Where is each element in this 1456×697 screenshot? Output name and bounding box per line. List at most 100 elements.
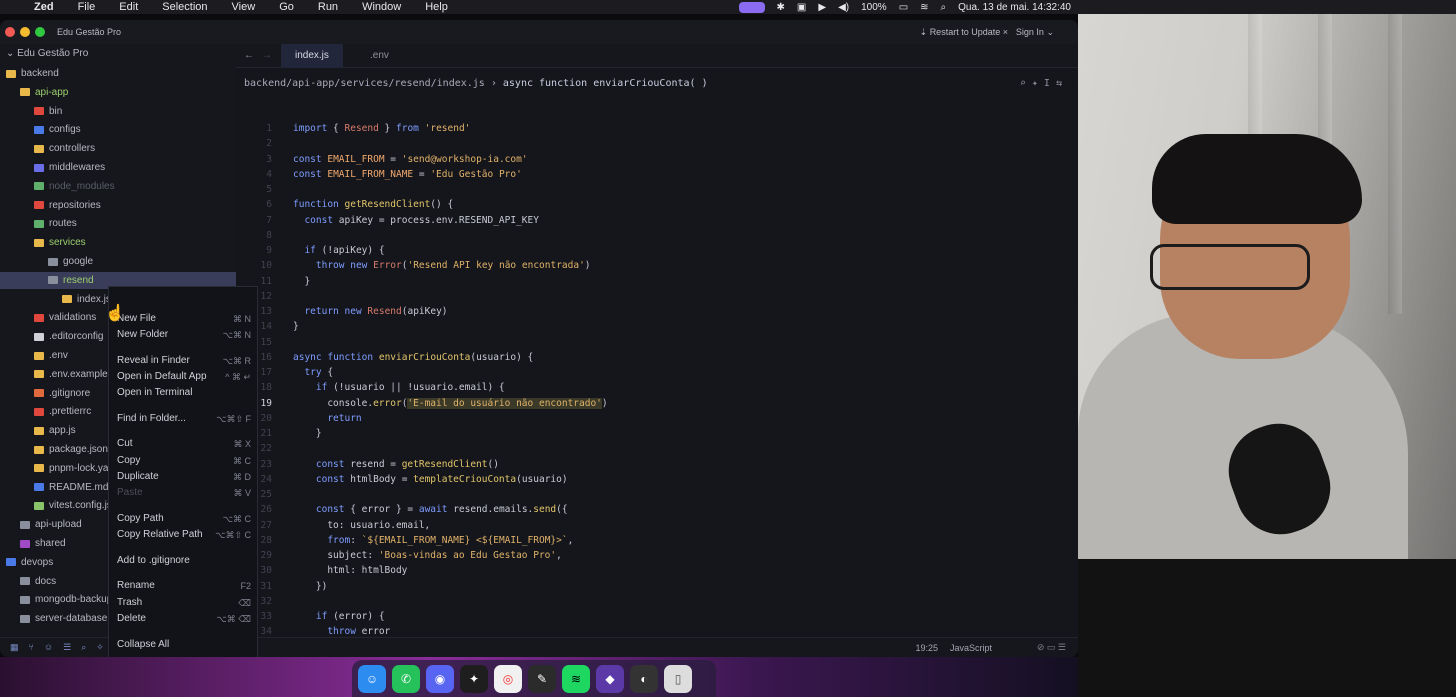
search-panel-icon[interactable]: ⌕ bbox=[81, 642, 86, 653]
battery-level[interactable]: 100% bbox=[861, 2, 887, 13]
tree-item[interactable]: mongodb-backup bbox=[20, 591, 112, 608]
clock[interactable]: Qua. 13 de mai. 14:32:40 bbox=[958, 2, 1071, 13]
context-menu-item[interactable]: Duplicate ⌘ D bbox=[117, 470, 251, 484]
tree-item[interactable]: google bbox=[48, 253, 93, 270]
context-menu-item[interactable]: Delete ⌥⌘ ⌫ bbox=[117, 612, 251, 626]
menu-go[interactable]: Go bbox=[267, 1, 306, 13]
tab-index-js[interactable]: index.js bbox=[281, 44, 343, 68]
forward-arrow-icon[interactable]: → bbox=[262, 50, 272, 61]
trash-icon[interactable]: ▯ bbox=[664, 664, 692, 693]
tree-item[interactable]: pnpm-lock.yaml bbox=[34, 460, 119, 477]
tree-item[interactable]: README.md bbox=[34, 479, 108, 496]
obs-icon[interactable]: ◐ bbox=[630, 664, 658, 693]
restart-to-update-button[interactable]: ⇣ Restart to Update × bbox=[920, 27, 1008, 38]
tree-item[interactable]: app.js bbox=[34, 422, 76, 439]
menu-edit[interactable]: Edit bbox=[107, 1, 150, 13]
statusbar-right-icons[interactable]: ⊘ ▭ ☰ bbox=[1037, 642, 1066, 653]
outline-icon[interactable]: ☰ bbox=[63, 642, 71, 653]
breadcrumb-symbol[interactable]: async function enviarCriouConta( ) bbox=[503, 78, 708, 89]
menu-help[interactable]: Help bbox=[413, 1, 460, 13]
tree-item[interactable]: repositories bbox=[34, 197, 101, 214]
bluetooth-icon[interactable]: ✱ bbox=[777, 2, 785, 13]
context-menu-item[interactable]: Open in Default App ^ ⌘ ↵ bbox=[117, 370, 251, 384]
context-menu-item[interactable]: Copy Relative Path ⌥⌘⇧ C bbox=[117, 528, 251, 542]
tree-item[interactable]: api-upload bbox=[20, 516, 82, 533]
tree-item[interactable]: middlewares bbox=[34, 159, 105, 176]
tree-item[interactable]: node_modules bbox=[34, 178, 115, 195]
tree-item[interactable]: .gitignore bbox=[34, 385, 90, 402]
tree-item[interactable]: validations bbox=[34, 309, 96, 326]
figma-icon[interactable]: ✦ bbox=[460, 664, 488, 693]
back-arrow-icon[interactable]: ← bbox=[244, 50, 254, 61]
context-menu-item[interactable]: New File ⌘ N bbox=[117, 312, 251, 326]
tree-item[interactable]: services bbox=[34, 234, 86, 251]
tree-item[interactable]: vitest.config.js bbox=[34, 497, 112, 514]
code-editor[interactable]: 1 import { Resend } from 'resend' 2 3 const … bbox=[236, 100, 1066, 653]
context-menu-item[interactable]: New Folder ⌥⌘ N bbox=[117, 328, 251, 342]
editor-toolbar-icons[interactable]: ⌕ ✦ Ι ⇆ bbox=[1020, 74, 1062, 94]
tree-item[interactable]: .editorconfig bbox=[34, 328, 103, 345]
language-selector[interactable]: JavaScript bbox=[950, 643, 992, 653]
menu-file[interactable]: File bbox=[66, 1, 108, 13]
volume-icon[interactable]: ◀) bbox=[838, 2, 849, 13]
menu-run[interactable]: Run bbox=[306, 1, 350, 13]
discord-icon[interactable]: ◉ bbox=[426, 664, 454, 693]
tree-item[interactable]: server-database bbox=[20, 610, 107, 627]
sign-in-button[interactable]: Sign In ⌄ bbox=[1016, 27, 1054, 38]
minimize-window-button[interactable] bbox=[20, 27, 30, 37]
project-name[interactable]: Edu Gestão Pro bbox=[57, 27, 121, 37]
tree-item[interactable]: .env.example bbox=[34, 366, 108, 383]
context-menu-item[interactable]: Copy ⌘ C bbox=[117, 454, 251, 468]
context-menu-item[interactable]: Rename F2 bbox=[117, 579, 251, 593]
search-icon[interactable]: ⌕ bbox=[941, 2, 947, 13]
text-editor-icon[interactable]: ✎ bbox=[528, 664, 556, 693]
menu-selection[interactable]: Selection bbox=[150, 1, 219, 13]
breadcrumb-path[interactable]: backend/api-app/services/resend/index.js bbox=[244, 78, 485, 89]
whatsapp-icon[interactable]: ✆ bbox=[392, 664, 420, 693]
collab-icon[interactable]: ☺ bbox=[44, 642, 53, 653]
tree-item[interactable]: package.json bbox=[34, 441, 108, 458]
git-icon[interactable]: ⑂ bbox=[29, 642, 34, 653]
tree-item[interactable]: bin bbox=[34, 103, 62, 120]
chrome-icon[interactable]: ◎ bbox=[494, 664, 522, 693]
tree-item[interactable]: docs bbox=[20, 573, 56, 590]
context-menu-item[interactable]: Add to .gitignore bbox=[117, 554, 251, 568]
wifi-icon[interactable]: ≋ bbox=[920, 2, 928, 13]
menu-view[interactable]: View bbox=[220, 1, 268, 13]
context-menu-item[interactable]: Copy Path ⌥⌘ C bbox=[117, 512, 251, 526]
tree-item[interactable]: routes bbox=[34, 215, 77, 232]
project-root[interactable]: ⌄ Edu Gestão Pro bbox=[6, 48, 88, 59]
context-menu-item[interactable]: Collapse All bbox=[117, 638, 251, 652]
tree-item[interactable]: controllers bbox=[34, 140, 95, 157]
tree-item[interactable]: index.js bbox=[62, 291, 111, 308]
tree-item[interactable]: devops bbox=[6, 554, 53, 571]
tree-item-label: routes bbox=[49, 218, 77, 230]
tab-env[interactable]: .env bbox=[356, 44, 403, 68]
tree-item[interactable]: shared bbox=[20, 535, 66, 552]
play-icon[interactable]: ▶ bbox=[818, 2, 826, 13]
context-menu-item[interactable]: Cut ⌘ X bbox=[117, 437, 251, 451]
context-menu-item[interactable]: Open in Terminal bbox=[117, 386, 251, 400]
obsidian-icon[interactable]: ◆ bbox=[596, 664, 624, 693]
debug-icon[interactable]: ✧ bbox=[96, 642, 104, 653]
context-menu-item[interactable]: Reveal in Finder ⌥⌘ R bbox=[117, 354, 251, 368]
menu-app-name[interactable]: Zed bbox=[22, 1, 66, 13]
screen-record-icon[interactable] bbox=[738, 1, 765, 13]
control-center-icon[interactable]: ▣ bbox=[797, 2, 806, 13]
tree-item[interactable]: api-app bbox=[20, 84, 68, 101]
tree-item[interactable]: backend bbox=[6, 65, 59, 82]
context-menu-item[interactable]: Find in Folder... ⌥⌘⇧ F bbox=[117, 412, 251, 426]
tree-item[interactable]: .env bbox=[34, 347, 68, 364]
tree-item[interactable]: configs bbox=[34, 121, 81, 138]
cursor-position[interactable]: 19:25 bbox=[915, 643, 938, 653]
menu-window[interactable]: Window bbox=[350, 1, 413, 13]
tree-item[interactable]: .prettierrc bbox=[34, 403, 91, 420]
close-window-button[interactable] bbox=[5, 27, 15, 37]
zoom-window-button[interactable] bbox=[35, 27, 45, 37]
context-menu-item[interactable]: Paste ⌘ V bbox=[117, 486, 251, 500]
breadcrumb[interactable]: backend/api-app/services/resend/index.js… bbox=[236, 74, 1078, 94]
finder-icon[interactable]: ☺ bbox=[358, 664, 386, 693]
project-panel-icon[interactable]: ▦ bbox=[10, 642, 19, 653]
context-menu-item[interactable]: Trash ⌫ bbox=[117, 596, 251, 610]
spotify-icon[interactable]: ≋ bbox=[562, 664, 590, 693]
